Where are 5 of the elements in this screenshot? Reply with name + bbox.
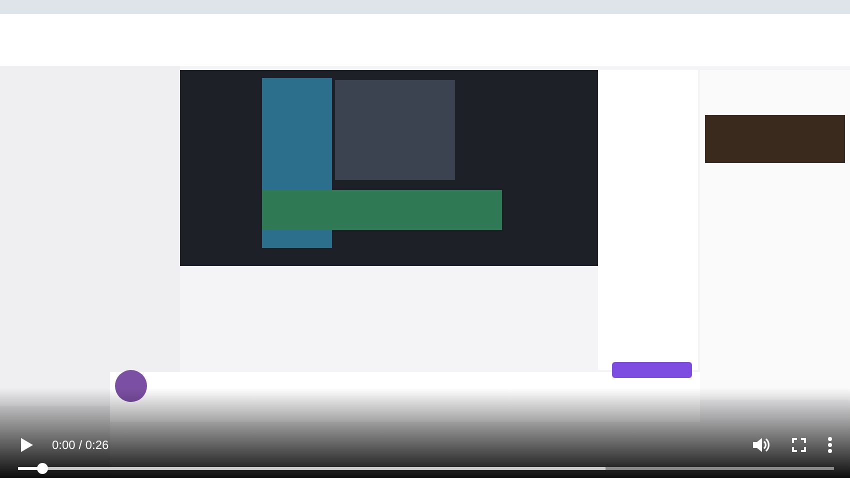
more-icon [828, 437, 832, 453]
fullscreen-icon [792, 438, 806, 452]
play-icon [20, 437, 34, 453]
volume-icon [752, 437, 770, 453]
time-display: 0:00 / 0:26 [52, 438, 109, 452]
